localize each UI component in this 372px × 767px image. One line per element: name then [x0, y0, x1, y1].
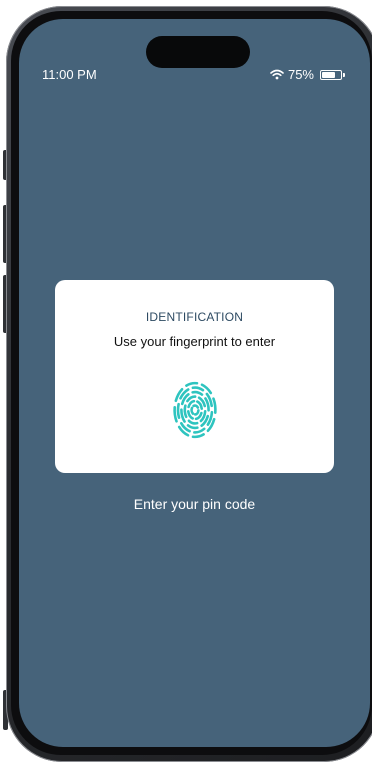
fingerprint-ridge — [191, 386, 205, 392]
phone-screen: 11:00 PM 75% IDENTIFICATION Use your fin… — [19, 19, 370, 747]
fingerprint-ridge — [176, 402, 181, 419]
fingerprint-ridge — [191, 390, 204, 396]
fingerprint-ridge — [190, 406, 195, 415]
fingerprint-ridge — [204, 397, 210, 412]
fingerprint-ridge — [193, 409, 200, 416]
fingerprint-ridge — [212, 397, 217, 414]
card-subtitle: Use your fingerprint to enter — [113, 334, 276, 349]
fingerprint-ridge — [192, 404, 200, 409]
status-indicators: 75% — [270, 67, 345, 82]
fingerprint-ridge — [206, 410, 214, 426]
fingerprint-ridge — [186, 424, 199, 430]
fingerprint-icon[interactable] — [165, 370, 225, 448]
fingerprint-ridge — [200, 383, 213, 395]
page: 11:00 PM 75% IDENTIFICATION Use your fin… — [0, 0, 372, 767]
card-title: IDENTIFICATION — [145, 310, 244, 324]
battery-fill — [322, 71, 335, 78]
fingerprint-ridge — [187, 419, 199, 425]
fingerprint-ridge — [173, 406, 178, 423]
status-bar: 11:00 PM 75% — [19, 67, 370, 87]
battery-percent: 75% — [287, 67, 314, 82]
dynamic-island — [146, 36, 250, 68]
identification-card: IDENTIFICATION Use your fingerprint to e… — [55, 280, 334, 473]
status-time: 11:00 PM — [42, 67, 97, 82]
fingerprint-ridge — [185, 381, 199, 387]
wifi-icon — [270, 69, 284, 80]
battery-tip — [343, 72, 345, 77]
fingerprint-ridge — [191, 433, 205, 439]
battery-icon — [320, 69, 345, 80]
fingerprint-ridge — [183, 404, 188, 419]
enter-pin-link[interactable]: Enter your pin code — [19, 496, 370, 512]
fingerprint-ridge — [193, 427, 206, 434]
